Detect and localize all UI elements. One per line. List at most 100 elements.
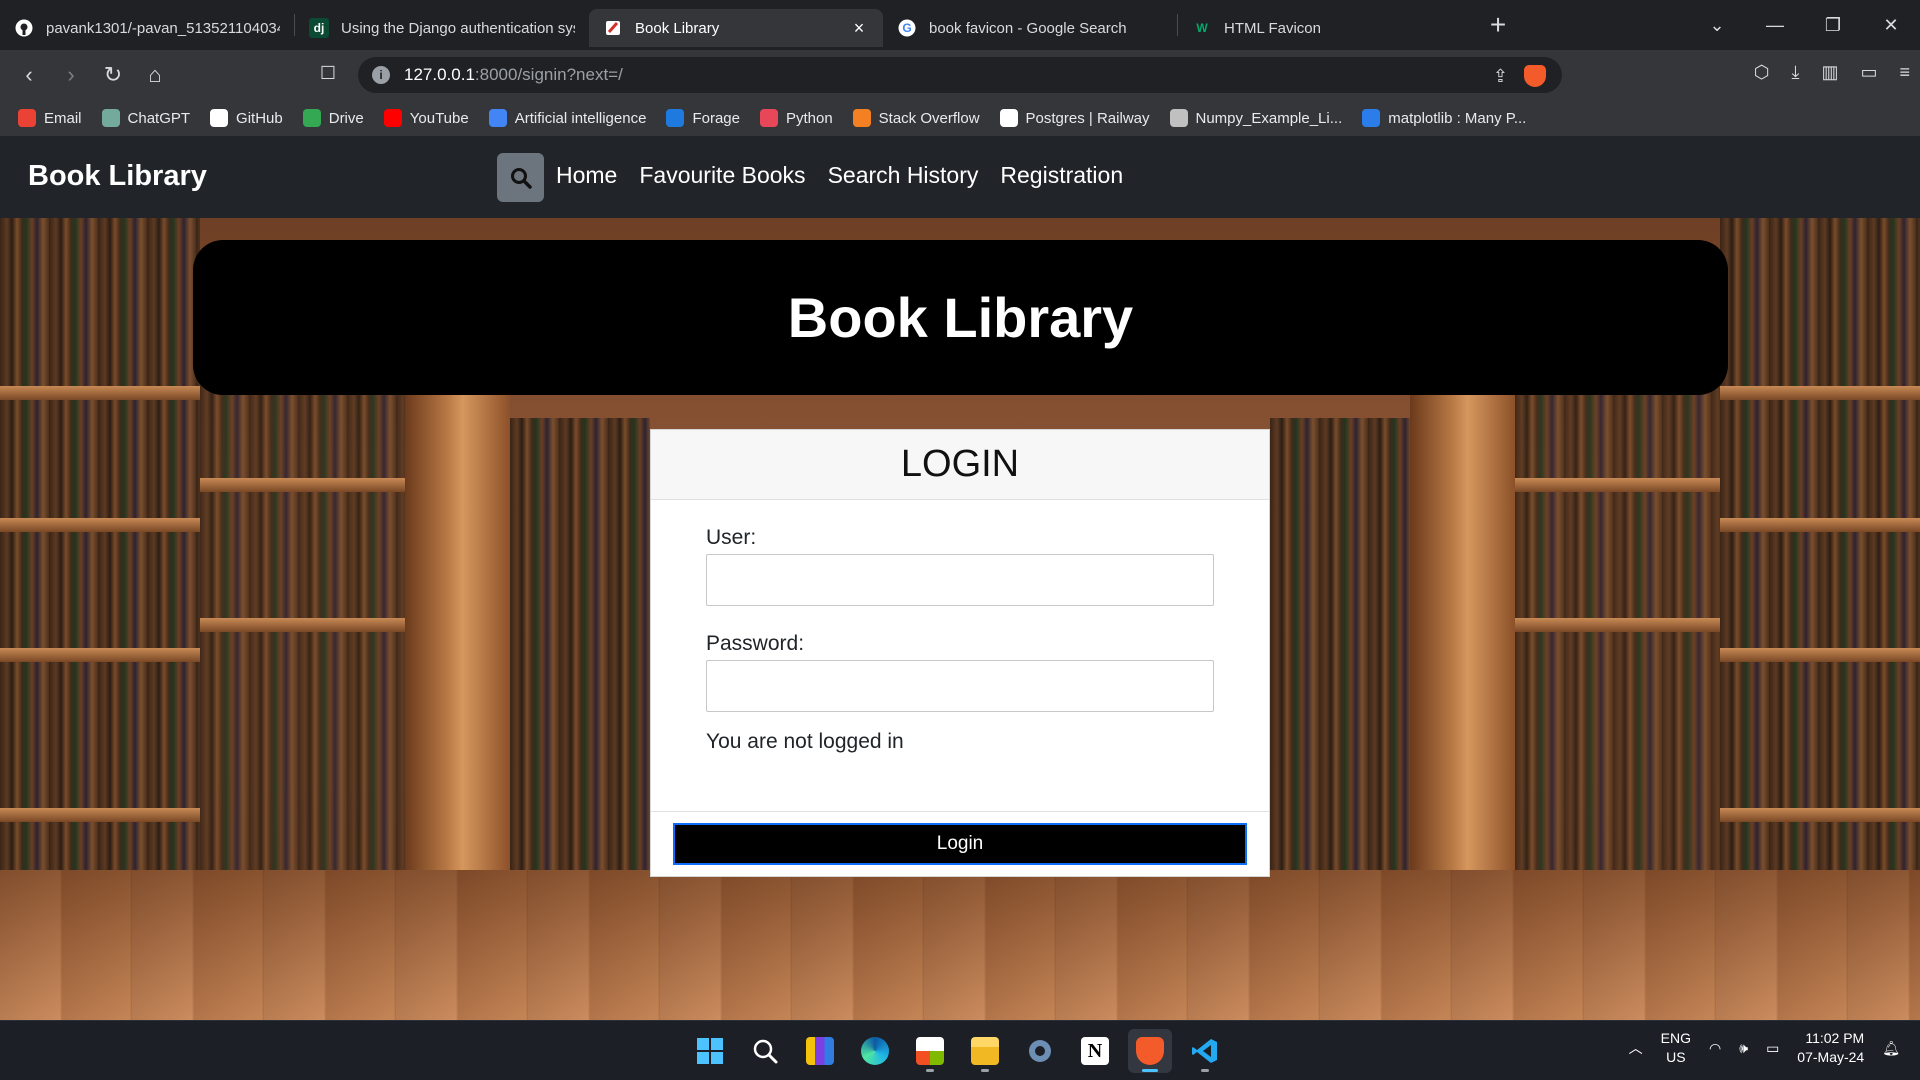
restore-icon[interactable]: ❐ — [1804, 15, 1862, 36]
extensions-icon[interactable]: ⬡ — [1754, 62, 1770, 83]
menu-icon[interactable]: ≡ — [1899, 62, 1910, 83]
notifications-bell-icon[interactable]: 🔔︎ — [1882, 1040, 1900, 1057]
store-icon[interactable] — [908, 1029, 952, 1073]
lang-bottom: US — [1666, 1049, 1686, 1065]
bookmark-item[interactable]: Email — [18, 109, 82, 127]
browser-tools: ⬡ ⤓ ▥ ▭ ≡ — [1754, 62, 1910, 83]
search-button[interactable] — [497, 153, 544, 202]
shelf-board — [1515, 478, 1720, 492]
bookmark-item[interactable]: Forage — [666, 109, 740, 127]
bookmark-item[interactable]: Postgres | Railway — [999, 109, 1150, 127]
bookmark-item[interactable]: matplotlib : Many P... — [1362, 109, 1526, 127]
running-indicator — [1142, 1069, 1158, 1072]
brave-shields-icon[interactable] — [1524, 65, 1546, 87]
search-icon — [510, 167, 532, 189]
bookmark-item[interactable]: Artificial intelligence — [488, 109, 646, 127]
login-status-text: You are not logged in — [706, 730, 904, 753]
wifi-icon[interactable]: ◠ — [1709, 1040, 1721, 1057]
tab-title: HTML Favicon — [1224, 19, 1321, 37]
volume-icon[interactable]: 🕪 — [1739, 1040, 1748, 1057]
globe-icon — [1169, 109, 1188, 127]
bookmark-label: Postgres | Railway — [1025, 109, 1150, 127]
window-close-icon[interactable]: ✕ — [1862, 15, 1920, 36]
bookmark-label: Python — [785, 109, 833, 127]
password-input[interactable] — [706, 660, 1214, 712]
site-navbar: Book Library Home Favourite Books Search… — [0, 136, 1920, 218]
shelf-board — [200, 618, 405, 632]
back-icon[interactable]: ‹ — [8, 57, 50, 93]
nav-favourite-books[interactable]: Favourite Books — [639, 162, 805, 189]
new-tab-button[interactable]: + — [1478, 5, 1518, 45]
shelf-board — [1720, 518, 1920, 532]
login-button[interactable]: Login — [673, 823, 1247, 865]
widgets-icon[interactable] — [798, 1029, 842, 1073]
book-icon — [603, 18, 623, 38]
user-input[interactable] — [706, 554, 1214, 606]
youtube-icon — [383, 109, 402, 127]
github-icon — [210, 109, 229, 127]
tab-google-search[interactable]: G book favicon - Google Search — [883, 9, 1177, 47]
nav-registration[interactable]: Registration — [1000, 162, 1123, 189]
floor-shade — [0, 870, 1920, 1020]
ai-icon — [488, 109, 507, 127]
tab-list-chevron-icon[interactable]: ⌄ — [1688, 15, 1746, 36]
windows-start-icon[interactable] — [688, 1029, 732, 1073]
drive-icon — [302, 109, 321, 127]
forward-icon[interactable]: › — [50, 57, 92, 93]
bookmark-label: ChatGPT — [127, 109, 191, 127]
bookmark-item[interactable]: ChatGPT — [101, 109, 191, 127]
bookmark-page-icon[interactable]: ☐ — [316, 63, 340, 87]
minimize-icon[interactable]: — — [1746, 15, 1804, 36]
navbar-brand[interactable]: Book Library — [28, 160, 207, 193]
tab-title: Using the Django authentication syst — [341, 19, 575, 37]
bookmark-item[interactable]: Numpy_Example_Li... — [1169, 109, 1342, 127]
shelf-board — [1720, 648, 1920, 662]
shelf-board — [1720, 808, 1920, 822]
tab-django[interactable]: dj Using the Django authentication syst — [295, 9, 589, 47]
search-icon[interactable] — [743, 1029, 787, 1073]
browser-tab-strip: pavank1301/-pavan_513521104034_ dj Using… — [0, 0, 1920, 50]
running-indicator — [1201, 1069, 1209, 1072]
battery-icon[interactable]: ▭ — [1766, 1040, 1779, 1057]
reload-icon[interactable]: ↻ — [92, 57, 134, 93]
nav-links: Home Favourite Books Search History Regi… — [556, 162, 1123, 189]
notion-icon[interactable]: N — [1073, 1029, 1117, 1073]
nav-search-history[interactable]: Search History — [828, 162, 979, 189]
tab-github[interactable]: pavank1301/-pavan_513521104034_ — [0, 9, 294, 47]
edge-icon[interactable] — [853, 1029, 897, 1073]
site-info-icon[interactable]: i — [372, 66, 390, 84]
chatgpt-icon — [101, 109, 120, 127]
bookmark-item[interactable]: YouTube — [383, 109, 469, 127]
tab-html-favicon[interactable]: W HTML Favicon — [1178, 9, 1472, 47]
bookmark-item[interactable]: Python — [759, 109, 833, 127]
downloads-icon[interactable]: ⤓ — [1791, 62, 1799, 83]
tray-overflow-chevron-icon[interactable]: ︿ — [1629, 1038, 1643, 1058]
railway-icon — [999, 109, 1018, 127]
share-icon[interactable]: ⇪ — [1493, 66, 1508, 87]
shelf-board — [1515, 618, 1720, 632]
settings-icon[interactable] — [1018, 1029, 1062, 1073]
arch-pillar-right — [1410, 348, 1515, 908]
nav-home[interactable]: Home — [556, 162, 617, 189]
url-bar[interactable]: i 127.0.0.1:8000/signin?next=/ ⇪ — [358, 57, 1562, 93]
wallet-icon[interactable]: ▭ — [1860, 62, 1877, 83]
brave-icon[interactable] — [1128, 1029, 1172, 1073]
vscode-icon[interactable] — [1183, 1029, 1227, 1073]
file-explorer-icon[interactable] — [963, 1029, 1007, 1073]
clock[interactable]: 11:02 PM 07-May-24 — [1797, 1029, 1864, 1067]
gmail-icon — [18, 109, 36, 127]
bookmark-label: YouTube — [409, 109, 469, 127]
window-controls: ⌄ — ❐ ✕ — [1688, 0, 1920, 50]
home-icon[interactable]: ⌂ — [134, 57, 176, 93]
url-path: :8000/signin?next=/ — [474, 65, 623, 84]
bookmark-item[interactable]: GitHub — [210, 109, 283, 127]
bookmark-item[interactable]: Drive — [302, 109, 364, 127]
tab-book-library[interactable]: Book Library × — [589, 9, 883, 47]
language-indicator[interactable]: ENG US — [1661, 1029, 1691, 1067]
sidebar-icon[interactable]: ▥ — [1821, 62, 1838, 83]
close-icon[interactable]: × — [849, 18, 869, 39]
bookshelf-center-right — [1270, 418, 1410, 938]
bookmark-item[interactable]: Stack Overflow — [852, 109, 980, 127]
bookmark-label: matplotlib : Many P... — [1388, 109, 1527, 127]
windows-taskbar: N ︿ ENG US ◠ 🕪 ▭ 11:02 PM 07-May-24 🔔︎ — [0, 1020, 1920, 1080]
